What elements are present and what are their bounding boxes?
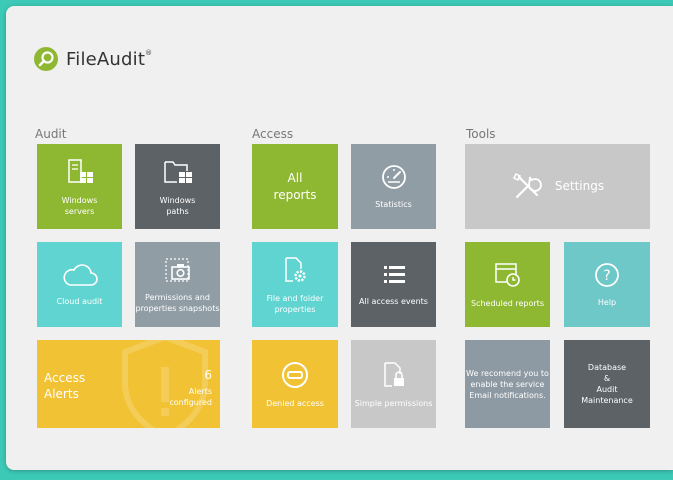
file-gear-icon xyxy=(285,256,306,282)
tile-label: Scheduled reports xyxy=(471,299,544,308)
tile-label: Statistics xyxy=(375,200,412,209)
tile-label: Windows paths xyxy=(159,195,196,216)
tile-help[interactable]: ? Help xyxy=(564,242,650,327)
tile-label: File and folder properties xyxy=(266,293,324,314)
app-name: FileAudit® xyxy=(66,48,153,70)
tile-label: Help xyxy=(597,298,617,307)
app-logo: FileAudit® xyxy=(34,47,152,71)
tile-permissions-snapshots[interactable]: Permissions and properties snapshots xyxy=(135,242,220,327)
tile-label: Cloud audit xyxy=(56,297,103,306)
tile-label: Denied access xyxy=(266,398,324,408)
tile-windows-paths[interactable]: Windows paths xyxy=(135,144,220,229)
tools-icon xyxy=(512,172,542,198)
tile-all-access-events[interactable]: All access events xyxy=(351,242,436,327)
tile-scheduled-reports[interactable]: Scheduled reports xyxy=(465,242,550,327)
cloud-icon xyxy=(62,264,98,286)
tile-label: Settings xyxy=(554,179,605,193)
shield-alert-icon xyxy=(122,340,208,428)
tile-cloud-audit[interactable]: Cloud audit xyxy=(37,242,122,327)
list-icon xyxy=(383,266,405,283)
section-access: Access xyxy=(252,127,294,141)
tile-simple-permissions[interactable]: Simple permissions xyxy=(351,340,436,428)
tile-label: All access events xyxy=(359,297,428,306)
tile-label: We recomend you to enable the service Em… xyxy=(466,368,549,400)
no-entry-icon xyxy=(282,361,308,388)
alerts-count: 6 xyxy=(204,368,212,382)
tile-email-notification-notice[interactable]: We recomend you to enable the service Em… xyxy=(465,340,550,428)
camera-snapshot-icon xyxy=(164,257,190,282)
tile-label: All reports xyxy=(273,170,317,202)
fileaudit-logo-icon xyxy=(34,47,58,71)
question-icon: ? xyxy=(595,263,619,287)
tile-label: Simple permissions xyxy=(354,398,433,408)
alerts-configured-label: Alerts configured xyxy=(169,387,212,407)
section-audit: Audit xyxy=(35,127,67,141)
tile-label: Windows servers xyxy=(61,195,98,216)
file-lock-icon xyxy=(383,361,404,387)
tile-access-alerts[interactable]: Access Alerts 6 Alerts configured xyxy=(37,340,220,428)
tile-windows-servers[interactable]: Windows servers xyxy=(37,144,122,229)
tile-database-maintenance[interactable]: Database & Audit Maintenance xyxy=(564,340,650,428)
section-tools: Tools xyxy=(466,127,496,141)
tile-file-folder-properties[interactable]: File and folder properties xyxy=(252,242,338,327)
access-alerts-title: Access Alerts xyxy=(44,371,86,401)
tile-statistics[interactable]: Statistics xyxy=(351,144,436,229)
svg-text:?: ? xyxy=(603,268,610,284)
windows-folder-icon xyxy=(163,160,192,183)
tile-denied-access[interactable]: Denied access xyxy=(252,340,338,428)
windows-server-icon xyxy=(67,158,93,183)
main-window: FileAudit® Audit Access Tools Windows se… xyxy=(6,6,673,470)
tile-all-reports[interactable]: All reports xyxy=(252,144,338,229)
speedometer-icon xyxy=(381,165,406,189)
tile-label: Database & Audit Maintenance xyxy=(581,363,633,405)
tile-label: Permissions and properties snapshots xyxy=(135,292,220,313)
tile-settings[interactable]: Settings xyxy=(465,144,650,229)
calendar-clock-icon xyxy=(494,263,520,287)
